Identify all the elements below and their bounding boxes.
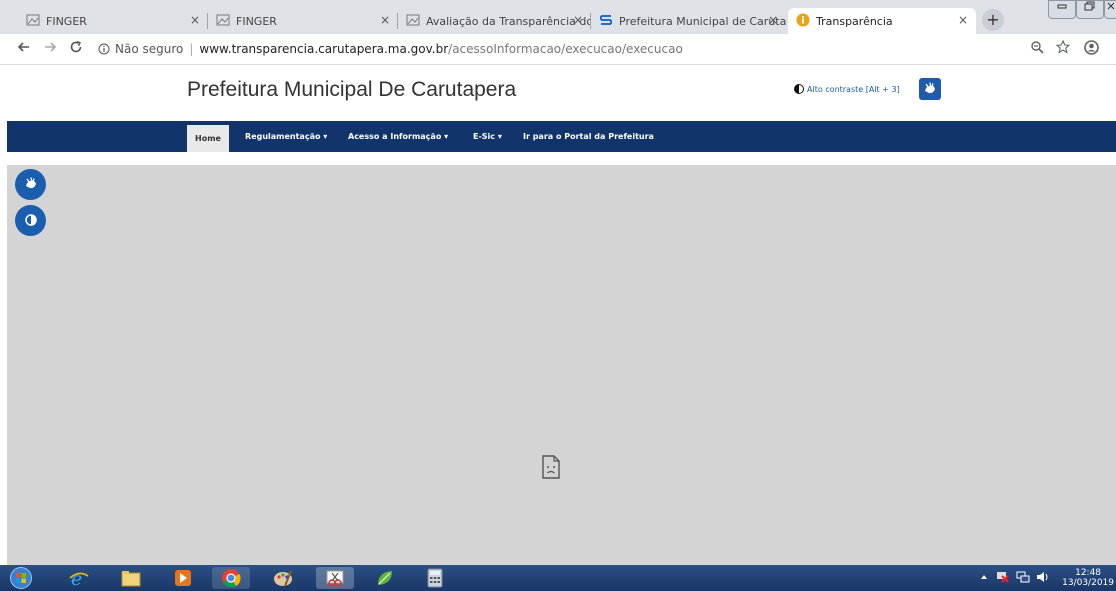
windows-start-icon: [10, 567, 32, 589]
account-icon: [1084, 40, 1099, 55]
s-logo-favicon-icon: [600, 15, 612, 25]
tab-prefeitura[interactable]: Prefeitura Municipal de Carutap ×: [591, 8, 786, 34]
clock-time: 12:48: [1075, 568, 1102, 578]
browser-tab-strip: FINGER × FINGER × Avaliação da Transparê…: [0, 0, 1116, 34]
flag-icon[interactable]: [996, 571, 1010, 586]
zoom-icon: [1031, 41, 1044, 54]
media-player-icon: [175, 570, 191, 586]
tray-expand-icon[interactable]: [980, 573, 988, 583]
taskbar-file-explorer[interactable]: [112, 567, 150, 589]
url-path: /acessoInformacao/execucao/execucao: [448, 42, 683, 56]
contrast-side-button[interactable]: [15, 205, 46, 236]
paint-icon: [274, 570, 292, 587]
snipping-tool-icon: [326, 570, 344, 587]
contrast-icon: [794, 84, 804, 94]
high-contrast-label: Alto contraste [Alt + 3]: [807, 84, 900, 94]
network-icon[interactable]: [1016, 571, 1030, 586]
leaf-app-icon: [378, 571, 392, 585]
chrome-icon: [222, 569, 241, 588]
system-tray: 12:48 13/03/2019: [980, 565, 1116, 591]
taskbar-internet-explorer[interactable]: e: [60, 567, 98, 589]
security-label: Não seguro: [115, 42, 184, 56]
tab-title: FINGER: [46, 14, 87, 28]
tab-title: Transparência: [816, 14, 893, 28]
tab-title: FINGER: [236, 14, 277, 28]
minimize-button[interactable]: [1048, 0, 1076, 19]
minimize-icon: [1057, 4, 1067, 9]
clock-date: 13/03/2019: [1062, 578, 1114, 588]
tab-transparencia[interactable]: Transparência ×: [788, 8, 976, 34]
windows-taskbar: e 12:48 13/03/2019: [0, 565, 1116, 591]
svg-text:e: e: [71, 568, 82, 588]
site-title: Prefeitura Municipal De Carutapera: [187, 78, 517, 101]
close-icon[interactable]: ×: [768, 13, 778, 27]
reload-button[interactable]: [66, 39, 86, 58]
taskbar-chrome[interactable]: [212, 567, 250, 589]
taskbar-media-player[interactable]: [164, 567, 202, 589]
reload-icon: [70, 40, 82, 53]
tab-title: Prefeitura Municipal de Carutap: [619, 14, 786, 28]
tab-finger-2[interactable]: FINGER ×: [208, 8, 398, 34]
internet-explorer-icon: e: [69, 568, 89, 588]
broken-document-icon: [542, 455, 560, 479]
nav-portal-prefeitura[interactable]: Ir para o Portal da Prefeitura: [523, 121, 654, 152]
arrow-right-icon: [45, 42, 57, 52]
tab-finger-1[interactable]: FINGER ×: [18, 8, 208, 34]
image-favicon-icon: [26, 14, 40, 26]
close-icon[interactable]: ×: [380, 13, 390, 27]
star-icon: [1055, 39, 1071, 54]
content-area: [7, 165, 1116, 565]
taskbar-paint[interactable]: [264, 567, 302, 589]
main-navbar: Home Regulamentação ▾ Acesso a Informaçã…: [7, 121, 1116, 152]
web-page: Prefeitura Municipal De Carutapera Alto …: [0, 65, 1116, 565]
sign-language-icon: [925, 82, 935, 94]
maximize-button[interactable]: [1076, 0, 1104, 19]
forward-button[interactable]: [40, 39, 60, 58]
tab-title: Avaliação da Transparência dos: [426, 14, 591, 28]
image-favicon-icon: [406, 14, 420, 26]
taskbar-clock[interactable]: 12:48 13/03/2019: [1062, 568, 1114, 588]
sign-language-icon: [25, 177, 36, 189]
url-host: www.transparencia.carutapera.ma.gov.br: [199, 42, 449, 56]
close-window-button[interactable]: [1104, 0, 1116, 19]
nav-home[interactable]: Home: [187, 125, 229, 152]
close-window-icon: [1107, 2, 1115, 10]
nav-regulamentacao[interactable]: Regulamentação ▾: [245, 121, 327, 152]
browser-toolbar: Não seguro | www.transparencia.carutaper…: [0, 34, 1116, 65]
image-favicon-icon: [216, 14, 230, 26]
address-bar[interactable]: Não seguro | www.transparencia.carutaper…: [98, 38, 683, 60]
back-button[interactable]: [14, 39, 34, 58]
volume-icon[interactable]: [1036, 571, 1050, 586]
contrast-icon: [24, 214, 37, 226]
maximize-icon: [1084, 1, 1095, 11]
info-favicon-icon: [796, 13, 810, 27]
taskbar-snipping-tool[interactable]: [316, 567, 354, 589]
tab-avaliacao[interactable]: Avaliação da Transparência dos ×: [398, 8, 591, 34]
calculator-icon: [427, 568, 443, 588]
high-contrast-link[interactable]: Alto contraste [Alt + 3]: [794, 84, 900, 94]
folder-icon: [121, 571, 141, 587]
nav-acesso-informacao[interactable]: Acesso a Informação ▾: [348, 121, 448, 152]
sign-language-side-button[interactable]: [15, 169, 46, 200]
close-icon[interactable]: ×: [958, 13, 968, 27]
zoom-button[interactable]: [1030, 40, 1044, 58]
nav-e-sic[interactable]: E-Sic ▾: [473, 121, 502, 152]
taskbar-calculator[interactable]: [416, 567, 454, 589]
start-button[interactable]: [2, 567, 40, 589]
address-separator: |: [189, 42, 194, 56]
new-tab-button[interactable]: +: [982, 9, 1004, 31]
info-circle-icon: [98, 43, 110, 55]
bookmark-button[interactable]: [1055, 39, 1071, 58]
close-icon[interactable]: ×: [573, 13, 583, 27]
close-icon[interactable]: ×: [190, 13, 200, 27]
sign-language-button[interactable]: [919, 78, 941, 100]
arrow-left-icon: [17, 42, 29, 52]
profile-button[interactable]: [1084, 40, 1099, 59]
taskbar-app-green[interactable]: [366, 567, 404, 589]
